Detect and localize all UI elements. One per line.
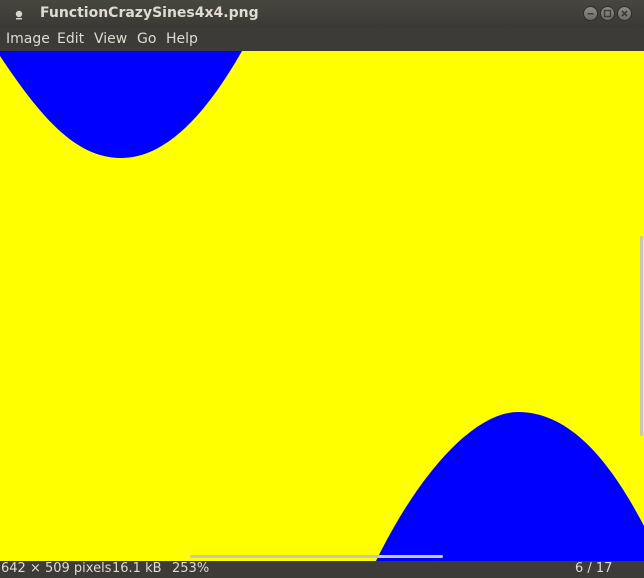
function-image bbox=[0, 51, 644, 561]
status-file-size: 16.1 kB bbox=[112, 561, 162, 576]
window-title: FunctionCrazySines4x4.png bbox=[40, 5, 259, 21]
image-canvas[interactable] bbox=[0, 51, 644, 561]
minimize-icon bbox=[587, 13, 594, 15]
horizontal-scrollbar[interactable] bbox=[190, 555, 443, 558]
menu-view[interactable]: View bbox=[94, 31, 127, 47]
status-zoom: 253% bbox=[172, 561, 210, 576]
status-dimensions: 642 × 509 pixels bbox=[1, 561, 112, 576]
status-bar: 642 × 509 pixels 16.1 kB 253% 6 / 17 bbox=[0, 561, 644, 578]
close-icon bbox=[621, 10, 628, 17]
menu-bar: Image Edit View Go Help bbox=[0, 28, 644, 51]
eye-of-gnome-icon bbox=[15, 10, 23, 20]
image-viewer-window: FunctionCrazySines4x4.png Image Edit Vie… bbox=[0, 0, 644, 578]
menu-help[interactable]: Help bbox=[166, 31, 198, 47]
menu-go[interactable]: Go bbox=[137, 31, 156, 47]
minimize-button[interactable] bbox=[583, 6, 598, 21]
maximize-icon bbox=[603, 9, 612, 18]
maximize-button[interactable] bbox=[600, 6, 615, 21]
vertical-scrollbar[interactable] bbox=[640, 236, 643, 436]
title-bar[interactable]: FunctionCrazySines4x4.png bbox=[0, 0, 644, 28]
menu-edit[interactable]: Edit bbox=[57, 31, 84, 47]
close-button[interactable] bbox=[617, 6, 632, 21]
status-image-position: 6 / 17 bbox=[575, 561, 613, 576]
menu-image[interactable]: Image bbox=[6, 31, 50, 47]
